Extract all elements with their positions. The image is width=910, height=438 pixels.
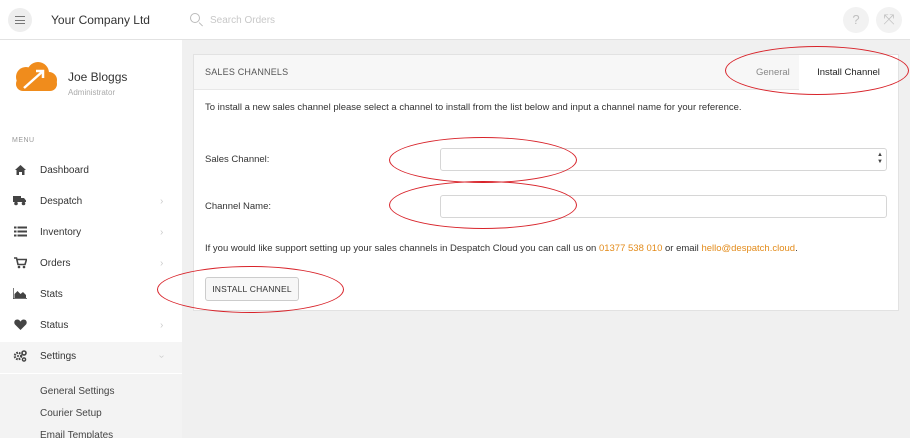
intro-text: To install a new sales channel please se…	[205, 102, 742, 113]
channel-name-label: Channel Name:	[205, 201, 272, 212]
chevron-right-icon: ›	[160, 258, 164, 269]
heart-icon	[12, 319, 28, 333]
user-role: Administrator	[68, 88, 116, 97]
area-chart-icon	[12, 288, 28, 302]
panel-title: SALES CHANNELS	[205, 67, 289, 77]
chevron-right-icon: ›	[160, 196, 164, 207]
chevron-down-icon: ›	[156, 354, 168, 359]
panel-header: SALES CHANNELS General Install Channel	[194, 55, 898, 90]
cloud-logo-icon	[16, 62, 57, 91]
top-bar: Your Company Ltd ? ⤧	[0, 0, 910, 40]
support-text: If you would like support setting up you…	[205, 243, 798, 254]
menu-section-label: MENU	[12, 137, 35, 144]
sidebar-item-inventory[interactable]: Inventory ›	[0, 218, 182, 249]
chevron-right-icon: ›	[160, 320, 164, 331]
company-name: Your Company Ltd	[51, 13, 150, 27]
submenu-item-email-templates[interactable]: Email Templates	[40, 430, 113, 438]
install-channel-button[interactable]: INSTALL CHANNEL	[205, 277, 299, 301]
menu-toggle-button[interactable]	[8, 8, 32, 32]
submenu-item-general-settings[interactable]: General Settings	[40, 386, 115, 397]
sales-channel-select[interactable]: ▲ ▼	[440, 148, 887, 171]
search-bar	[188, 10, 488, 30]
sidebar-item-orders[interactable]: Orders ›	[0, 249, 182, 280]
sidebar-item-status[interactable]: Status ›	[0, 311, 182, 342]
email-link[interactable]: hello@despatch.cloud	[701, 243, 795, 254]
settings-submenu: General Settings Courier Setup Email Tem…	[0, 374, 182, 438]
sidebar-item-dashboard[interactable]: Dashboard	[0, 156, 182, 187]
sales-channel-label: Sales Channel:	[205, 154, 270, 165]
channel-name-input[interactable]	[440, 195, 887, 218]
tab-general[interactable]: General	[756, 67, 790, 78]
search-icon	[190, 13, 200, 23]
tab-install-channel[interactable]: Install Channel	[799, 55, 898, 90]
sales-channels-panel: SALES CHANNELS General Install Channel T…	[193, 54, 899, 311]
fullscreen-button[interactable]: ⤧	[876, 7, 902, 33]
truck-icon	[12, 195, 28, 209]
sidebar-item-despatch[interactable]: Despatch ›	[0, 187, 182, 218]
help-button[interactable]: ?	[843, 7, 869, 33]
sidebar-item-settings[interactable]: Settings ›	[0, 342, 182, 373]
home-icon	[12, 164, 28, 178]
select-arrows-icon: ▲ ▼	[877, 152, 883, 165]
sidebar-item-stats[interactable]: Stats	[0, 280, 182, 311]
sidebar: Joe Bloggs Administrator MENU Dashboard …	[0, 40, 182, 438]
list-icon	[12, 226, 28, 240]
search-input[interactable]	[210, 12, 480, 28]
cart-icon	[12, 257, 28, 271]
user-name: Joe Bloggs	[68, 70, 128, 84]
submenu-item-courier-setup[interactable]: Courier Setup	[40, 408, 102, 419]
gears-icon	[12, 350, 28, 364]
phone-link[interactable]: 01377 538 010	[599, 243, 662, 254]
chevron-right-icon: ›	[160, 227, 164, 238]
